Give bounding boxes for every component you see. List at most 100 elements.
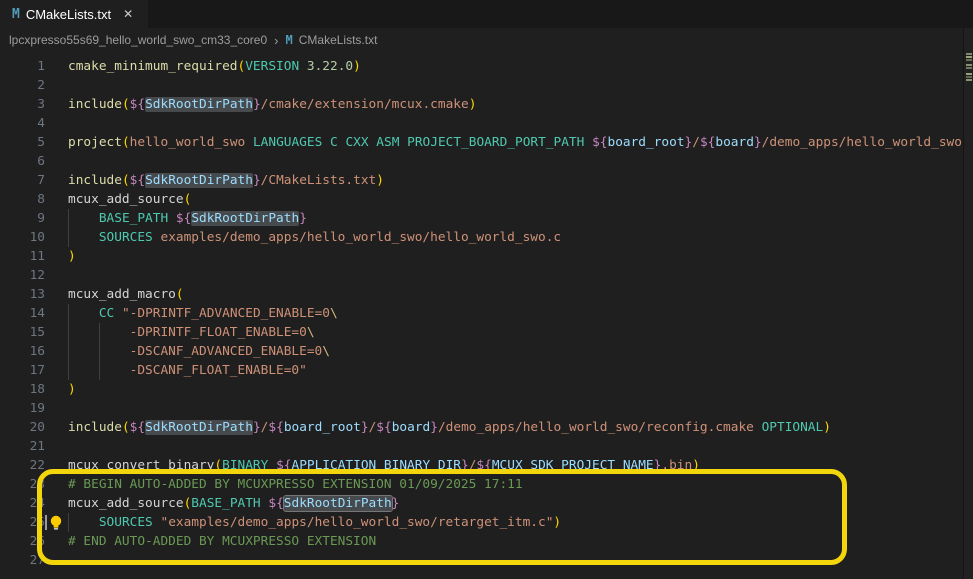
line-number[interactable]: 26 — [0, 532, 45, 551]
code-line-26[interactable]: 26# END AUTO-ADDED BY MCUXPRESSO EXTENSI… — [0, 532, 964, 551]
code-line-23[interactable]: 23# BEGIN AUTO-ADDED BY MCUXPRESSO EXTEN… — [0, 475, 964, 494]
line-number[interactable]: 18 — [0, 380, 45, 399]
line-number[interactable]: 16 — [0, 342, 45, 361]
indent-guide — [68, 342, 69, 361]
indent-guide — [68, 323, 69, 342]
code-line-2[interactable]: 2 — [0, 76, 964, 95]
tab-bar: M CMakeLists.txt ✕ — [0, 0, 973, 28]
line-number[interactable]: 17 — [0, 361, 45, 380]
code-text: mcux_add_macro( — [68, 285, 184, 304]
line-number[interactable]: 1 — [0, 57, 45, 76]
glyph-margin — [45, 475, 68, 494]
line-number[interactable]: 4 — [0, 114, 45, 133]
code-line-1[interactable]: 1cmake_minimum_required(VERSION 3.22.0) — [0, 57, 964, 76]
code-line-25[interactable]: 25 SOURCES "examples/demo_apps/hello_wor… — [0, 513, 964, 532]
line-number[interactable]: 3 — [0, 95, 45, 114]
line-number[interactable]: 13 — [0, 285, 45, 304]
code-line-20[interactable]: 20 include(${SdkRootDirPath}/${board_root… — [0, 418, 964, 437]
close-icon[interactable]: ✕ — [123, 8, 133, 20]
line-number[interactable]: 2 — [0, 76, 45, 95]
code-line-17[interactable]: 17 -DSCANF_FLOAT_ENABLE=0" — [0, 361, 964, 380]
line-number[interactable]: 10 — [0, 228, 45, 247]
glyph-margin — [45, 532, 68, 551]
line-number[interactable]: 15 — [0, 323, 45, 342]
line-number[interactable]: 5 — [0, 133, 45, 152]
code-line-6[interactable]: 6 — [0, 152, 964, 171]
vscode-window: M CMakeLists.txt ✕ lpcxpresso55s69_hello… — [0, 0, 973, 579]
indent-guide — [68, 361, 69, 380]
code-line-14[interactable]: 14 CC "-DPRINTF_ADVANCED_ENABLE=0\ — [0, 304, 964, 323]
indent-guide — [68, 304, 69, 323]
cmake-file-icon: M — [12, 7, 20, 22]
glyph-margin — [45, 95, 68, 114]
line-number[interactable]: 7 — [0, 171, 45, 190]
glyph-margin — [45, 247, 68, 266]
code-line-21[interactable]: 21 — [0, 437, 964, 456]
line-number[interactable]: 23 — [0, 475, 45, 494]
line-number[interactable]: 20 — [0, 418, 45, 437]
glyph-margin — [45, 171, 68, 190]
glyph-margin — [45, 76, 68, 95]
cmake-file-icon: M — [286, 33, 293, 47]
code-line-24[interactable]: 24 mcux_add_source(BASE_PATH ${SdkRootDir… — [0, 494, 964, 513]
glyph-margin — [45, 133, 68, 152]
code-line-9[interactable]: 9 BASE_PATH ${SdkRootDirPath} — [0, 209, 964, 228]
line-number[interactable]: 27 — [0, 551, 45, 570]
code-text: include(${SdkRootDirPath}/cmake/extensio… — [68, 95, 476, 114]
minimap-mark — [966, 79, 972, 81]
glyph-margin — [45, 57, 68, 76]
minimap-mark — [966, 59, 972, 61]
line-number[interactable]: 22 — [0, 456, 45, 475]
tab-cmakelists[interactable]: M CMakeLists.txt ✕ — [0, 0, 148, 28]
minimap-mark — [966, 76, 972, 78]
indent-guide — [68, 209, 69, 228]
line-number[interactable]: 8 — [0, 190, 45, 209]
breadcrumb-folder[interactable]: lpcxpresso55s69_hello_world_swo_cm33_cor… — [9, 33, 267, 47]
breadcrumb-file[interactable]: CMakeLists.txt — [299, 33, 378, 47]
line-number[interactable]: 11 — [0, 247, 45, 266]
code-line-5[interactable]: 5project(hello_world_swo LANGUAGES C CXX… — [0, 133, 964, 152]
indent-guide — [99, 323, 100, 342]
minimap[interactable] — [963, 28, 973, 579]
glyph-margin — [45, 494, 68, 513]
code-text: ) — [68, 380, 76, 399]
code-line-22[interactable]: 22mcux_convert_binary(BINARY ${APPLICATI… — [0, 456, 964, 475]
code-line-7[interactable]: 7include(${SdkRootDirPath}/CMakeLists.tx… — [0, 171, 964, 190]
line-number[interactable]: 19 — [0, 399, 45, 418]
glyph-margin — [45, 114, 68, 133]
code-text: include(${SdkRootDirPath}/${board_root}/… — [68, 418, 831, 437]
minimap-mark — [966, 64, 972, 66]
glyph-margin — [45, 190, 68, 209]
code-line-8[interactable]: 8mcux_add_source( — [0, 190, 964, 209]
code-line-10[interactable]: 10 SOURCES examples/demo_apps/hello_worl… — [0, 228, 964, 247]
code-line-13[interactable]: 13 mcux_add_macro( — [0, 285, 964, 304]
code-line-19[interactable]: 19 — [0, 399, 964, 418]
code-line-16[interactable]: 16 -DSCANF_ADVANCED_ENABLE=0\ — [0, 342, 964, 361]
code-line-15[interactable]: 15 -DPRINTF_FLOAT_ENABLE=0\ — [0, 323, 964, 342]
code-line-3[interactable]: 3 include(${SdkRootDirPath}/cmake/extensi… — [0, 95, 964, 114]
glyph-margin — [45, 380, 68, 399]
code-text: mcux_add_source(BASE_PATH ${SdkRootDirPa… — [68, 494, 399, 513]
code-text: ) — [68, 247, 76, 266]
code-editor[interactable]: 1cmake_minimum_required(VERSION 3.22.0)2… — [0, 52, 964, 579]
minimap-mark — [966, 67, 972, 69]
line-number[interactable]: 21 — [0, 437, 45, 456]
line-number[interactable]: 25 — [0, 513, 45, 532]
code-text: -DPRINTF_FLOAT_ENABLE=0\ — [68, 323, 315, 342]
tab-label: CMakeLists.txt — [26, 7, 111, 22]
line-number[interactable]: 9 — [0, 209, 45, 228]
glyph-margin — [45, 323, 68, 342]
code-line-12[interactable]: 12 — [0, 266, 964, 285]
line-number[interactable]: 14 — [0, 304, 45, 323]
code-line-4[interactable]: 4 — [0, 114, 964, 133]
line-number[interactable]: 12 — [0, 266, 45, 285]
glyph-margin — [45, 304, 68, 323]
code-line-27[interactable]: 27 — [0, 551, 964, 570]
glyph-margin — [45, 399, 68, 418]
line-number[interactable]: 24 — [0, 494, 45, 513]
lightbulb-icon[interactable] — [49, 515, 63, 531]
code-line-18[interactable]: 18) — [0, 380, 964, 399]
indent-guide — [99, 342, 100, 361]
code-line-11[interactable]: 11) — [0, 247, 964, 266]
line-number[interactable]: 6 — [0, 152, 45, 171]
